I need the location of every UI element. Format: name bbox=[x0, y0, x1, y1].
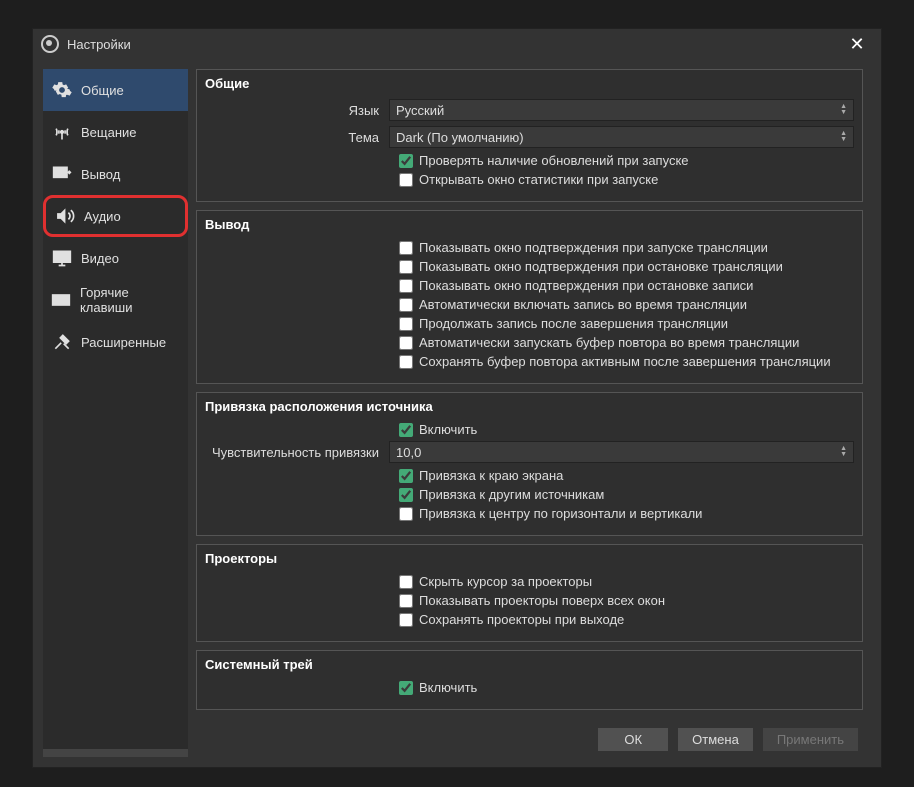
sidebar-item-label: Вещание bbox=[81, 125, 137, 140]
sidebar-item-label: Расширенные bbox=[81, 335, 166, 350]
sidebar-item-label: Горячие клавиши bbox=[80, 285, 180, 315]
sidebar-item-label: Аудио bbox=[84, 209, 121, 224]
group-title: Вывод bbox=[205, 217, 854, 232]
chk-confirm-start-stream[interactable]: Показывать окно подтверждения при запуск… bbox=[399, 240, 854, 255]
row-theme: Тема Dark (По умолчанию)▲▼ bbox=[205, 126, 854, 148]
antenna-icon bbox=[51, 121, 73, 143]
chk-snap-edge[interactable]: Привязка к краю экрана bbox=[399, 468, 854, 483]
cancel-button[interactable]: Отмена bbox=[677, 727, 754, 752]
sidebar-item-video[interactable]: Видео bbox=[43, 237, 188, 279]
titlebar: Настройки ✕ bbox=[33, 29, 881, 59]
sidebar-item-general[interactable]: Общие bbox=[43, 69, 188, 111]
ok-button[interactable]: ОК bbox=[597, 727, 669, 752]
window-title: Настройки bbox=[67, 37, 841, 52]
app-icon bbox=[41, 35, 59, 53]
chk-auto-record[interactable]: Автоматически включать запись во время т… bbox=[399, 297, 854, 312]
chk-stats[interactable]: Открывать окно статистики при запуске bbox=[399, 172, 854, 187]
chk-updates[interactable]: Проверять наличие обновлений при запуске bbox=[399, 153, 854, 168]
apply-button[interactable]: Применить bbox=[762, 727, 859, 752]
output-icon bbox=[51, 163, 73, 185]
monitor-icon bbox=[51, 247, 73, 269]
chk-always-top[interactable]: Показывать проекторы поверх всех окон bbox=[399, 593, 854, 608]
gear-icon bbox=[51, 79, 73, 101]
sensitivity-input[interactable]: 10,0▲▼ bbox=[389, 441, 854, 463]
sidebar-item-hotkeys[interactable]: Горячие клавиши bbox=[43, 279, 188, 321]
speaker-icon bbox=[54, 205, 76, 227]
sidebar-item-advanced[interactable]: Расширенные bbox=[43, 321, 188, 363]
group-general: Общие Язык Русский▲▼ Тема Dark (По умолч… bbox=[196, 69, 863, 202]
sidebar-item-label: Вывод bbox=[81, 167, 120, 182]
dialog-buttons: ОК Отмена Применить bbox=[196, 721, 871, 757]
chk-hide-cursor[interactable]: Скрыть курсор за проекторы bbox=[399, 574, 854, 589]
chk-save-exit[interactable]: Сохранять проекторы при выходе bbox=[399, 612, 854, 627]
settings-window: Настройки ✕ Общие Вещание Вывод Аудио bbox=[32, 28, 882, 768]
row-sensitivity: Чувствительность привязки 10,0▲▼ bbox=[205, 441, 854, 463]
group-projectors: Проекторы Скрыть курсор за проекторы Пок… bbox=[196, 544, 863, 642]
language-select[interactable]: Русский▲▼ bbox=[389, 99, 854, 121]
sidebar: Общие Вещание Вывод Аудио Видео Горячие … bbox=[43, 69, 188, 757]
content-scroll[interactable]: Общие Язык Русский▲▼ Тема Dark (По умолч… bbox=[196, 69, 871, 715]
group-tray: Системный трей Включить bbox=[196, 650, 863, 710]
row-language: Язык Русский▲▼ bbox=[205, 99, 854, 121]
close-icon[interactable]: ✕ bbox=[841, 34, 873, 55]
group-title: Привязка расположения источника bbox=[205, 399, 854, 414]
chk-keep-record[interactable]: Продолжать запись после завершения транс… bbox=[399, 316, 854, 331]
spinner-icon: ▲▼ bbox=[840, 104, 847, 116]
chk-snap-other[interactable]: Привязка к другим источникам bbox=[399, 487, 854, 502]
chk-snap-enable[interactable]: Включить bbox=[399, 422, 854, 437]
group-snap: Привязка расположения источника Включить… bbox=[196, 392, 863, 536]
chk-auto-replay[interactable]: Автоматически запускать буфер повтора во… bbox=[399, 335, 854, 350]
sidebar-item-stream[interactable]: Вещание bbox=[43, 111, 188, 153]
spinner-icon: ▲▼ bbox=[840, 131, 847, 143]
sidebar-scrollbar[interactable] bbox=[43, 749, 188, 757]
chk-tray-enable[interactable]: Включить bbox=[399, 680, 854, 695]
chk-confirm-stop-record[interactable]: Показывать окно подтверждения при остано… bbox=[399, 278, 854, 293]
content-area: Общие Язык Русский▲▼ Тема Dark (По умолч… bbox=[196, 69, 871, 757]
theme-select[interactable]: Dark (По умолчанию)▲▼ bbox=[389, 126, 854, 148]
theme-label: Тема bbox=[205, 130, 389, 145]
group-title: Общие bbox=[205, 76, 854, 91]
sensitivity-label: Чувствительность привязки bbox=[205, 445, 389, 460]
chk-snap-center[interactable]: Привязка к центру по горизонтали и верти… bbox=[399, 506, 854, 521]
sidebar-item-label: Видео bbox=[81, 251, 119, 266]
keyboard-icon bbox=[51, 289, 72, 311]
chk-confirm-stop-stream[interactable]: Показывать окно подтверждения при остано… bbox=[399, 259, 854, 274]
sidebar-item-audio[interactable]: Аудио bbox=[43, 195, 188, 237]
group-title: Проекторы bbox=[205, 551, 854, 566]
language-label: Язык bbox=[205, 103, 389, 118]
tools-icon bbox=[51, 331, 73, 353]
group-title: Системный трей bbox=[205, 657, 854, 672]
chk-keep-replay[interactable]: Сохранять буфер повтора активным после з… bbox=[399, 354, 854, 369]
sidebar-item-label: Общие bbox=[81, 83, 124, 98]
spinner-icon: ▲▼ bbox=[840, 446, 847, 458]
group-output: Вывод Показывать окно подтверждения при … bbox=[196, 210, 863, 384]
sidebar-item-output[interactable]: Вывод bbox=[43, 153, 188, 195]
window-body: Общие Вещание Вывод Аудио Видео Горячие … bbox=[33, 59, 881, 767]
